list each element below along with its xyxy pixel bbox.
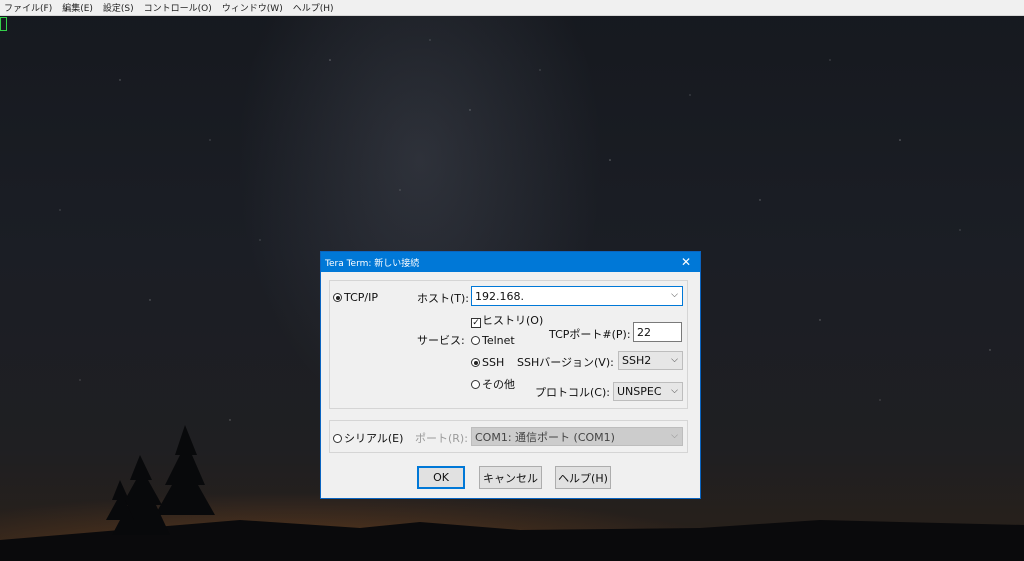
chevron-down-icon[interactable]: ⌵ — [671, 355, 678, 365]
menu-settings[interactable]: 設定(S) — [99, 1, 140, 14]
new-connection-dialog: Tera Term: 新しい接続 ✕ TCP/IP ホスト(T): 192.16… — [320, 251, 701, 499]
tcp-port-value: 22 — [637, 325, 651, 339]
other-label: その他 — [482, 378, 515, 391]
menu-bar: ファイル(F) 編集(E) 設定(S) コントロール(O) ウィンドウ(W) ヘ… — [0, 0, 1024, 16]
serial-radio[interactable]: シリアル(E) — [333, 430, 403, 446]
service-radio-telnet[interactable]: Telnet — [471, 334, 515, 347]
protocol-value: UNSPEC — [617, 385, 662, 398]
tcpip-radio[interactable]: TCP/IP — [333, 291, 378, 304]
check-icon: ✓ — [471, 318, 481, 328]
dialog-titlebar: Tera Term: 新しい接続 ✕ — [321, 252, 700, 272]
chevron-down-icon[interactable]: ⌵ — [671, 431, 678, 441]
ssh-label: SSH — [482, 356, 505, 369]
ssh-version-value: SSH2 — [622, 354, 652, 367]
chevron-down-icon[interactable]: ⌵ — [671, 290, 678, 300]
service-radio-other[interactable]: その他 — [471, 376, 515, 392]
tcpip-radio-label: TCP/IP — [344, 291, 378, 304]
history-label: ヒストリ(O) — [482, 314, 544, 327]
ok-button[interactable]: OK — [417, 466, 465, 489]
ssh-version-label: SSHバージョン(V): — [517, 356, 614, 369]
host-combobox[interactable]: 192.168. ⌵ — [471, 286, 683, 306]
tera-term-window: ファイル(F) 編集(E) 設定(S) コントロール(O) ウィンドウ(W) ヘ… — [0, 0, 1024, 561]
service-radio-ssh[interactable]: SSH — [471, 356, 504, 369]
ssh-radio-indicator — [471, 358, 480, 367]
host-label: ホスト(T): — [417, 292, 470, 305]
menu-edit[interactable]: 編集(E) — [58, 1, 99, 14]
tcp-port-label: TCPポート#(P): — [549, 328, 631, 341]
serial-port-select[interactable]: COM1: 通信ポート (COM1) ⌵ — [471, 427, 683, 446]
serial-radio-label: シリアル(E) — [344, 432, 404, 445]
menu-control[interactable]: コントロール(O) — [140, 1, 218, 14]
port-label: ポート(R): — [415, 432, 468, 445]
protocol-select[interactable]: UNSPEC ⌵ — [613, 382, 683, 401]
host-value: 192.168. — [475, 289, 524, 303]
cancel-button[interactable]: キャンセル — [479, 466, 542, 489]
help-button[interactable]: ヘルプ(H) — [555, 466, 611, 489]
other-radio-indicator — [471, 380, 480, 389]
serial-port-value: COM1: 通信ポート (COM1) — [475, 430, 615, 444]
chevron-down-icon[interactable]: ⌵ — [671, 386, 678, 396]
menu-help[interactable]: ヘルプ(H) — [289, 1, 340, 14]
serial-radio-indicator — [333, 434, 342, 443]
ssh-version-select[interactable]: SSH2 ⌵ — [618, 351, 683, 370]
tcpip-radio-indicator — [333, 293, 342, 302]
terminal-cursor — [0, 17, 7, 31]
dialog-title: Tera Term: 新しい接続 — [325, 258, 420, 269]
protocol-label: プロトコル(C): — [535, 386, 610, 399]
menu-file[interactable]: ファイル(F) — [0, 1, 58, 14]
menu-window[interactable]: ウィンドウ(W) — [218, 1, 289, 14]
service-label: サービス: — [417, 334, 465, 347]
tcp-port-input[interactable]: 22 — [633, 322, 682, 342]
close-icon[interactable]: ✕ — [672, 252, 700, 272]
history-checkbox[interactable]: ✓ ヒストリ(O) — [471, 312, 543, 328]
telnet-radio-indicator — [471, 336, 480, 345]
telnet-label: Telnet — [482, 334, 515, 347]
